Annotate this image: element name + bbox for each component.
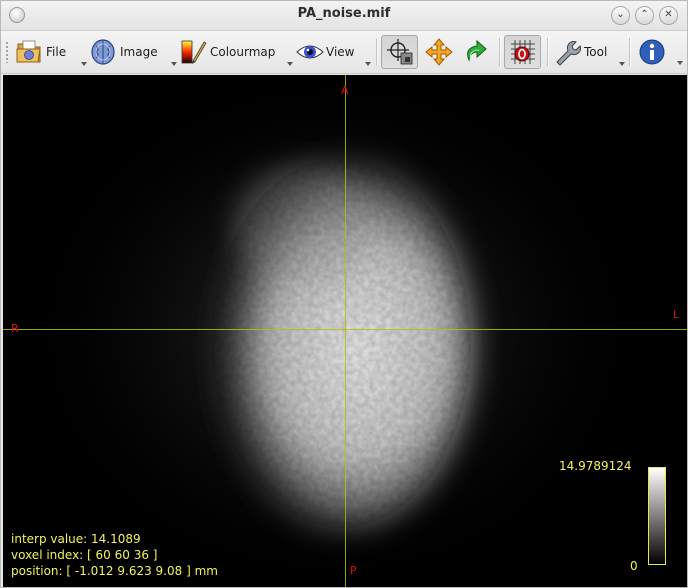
crosshair-mode-button[interactable]: [381, 35, 418, 69]
minimize-button[interactable]: ⌄: [611, 6, 630, 25]
brain-icon: [89, 38, 117, 66]
crosshair-icon: [386, 38, 414, 66]
title-bar[interactable]: PA_noise.mif ⌄ ⌃ ✕: [1, 1, 687, 31]
toolbar-separator: [376, 38, 378, 66]
roi-grid-icon: [509, 38, 537, 66]
colourmap-dropdown-arrow-icon: [287, 62, 293, 66]
colourmap-icon: [179, 38, 207, 66]
crosshair-vertical-line: [345, 75, 346, 587]
orientation-label-right: R: [11, 322, 19, 335]
roi-mode-button[interactable]: [504, 35, 541, 69]
info-icon: [638, 38, 666, 66]
orientation-label-posterior: P: [350, 564, 357, 577]
toolbar-separator: [547, 38, 549, 66]
view-menu-button[interactable]: View: [295, 35, 371, 69]
colourmap-menu-label: Colourmap: [210, 45, 276, 59]
rotate-icon: [463, 38, 491, 66]
wrench-icon: [553, 38, 581, 66]
toolbar-separator: [499, 38, 501, 66]
orientation-label-anterior: A: [341, 84, 349, 97]
tool-dropdown-arrow-icon: [619, 62, 625, 66]
image-menu-label: Image: [120, 45, 158, 59]
move-icon: [425, 38, 453, 66]
image-dropdown-arrow-icon: [171, 62, 177, 66]
voxel-index-readout: voxel index: [ 60 60 36 ]: [11, 548, 158, 562]
pan-mode-button[interactable]: [422, 35, 456, 69]
file-menu-button[interactable]: File: [15, 35, 87, 69]
file-menu-label: File: [46, 45, 67, 59]
view-menu-label: View: [326, 45, 355, 59]
folder-icon: [15, 38, 43, 66]
eye-icon: [295, 38, 324, 66]
colourbar-max-label: 14.9789124: [559, 459, 632, 473]
maximize-button[interactable]: ⌃: [635, 6, 654, 25]
app-window: PA_noise.mif ⌄ ⌃ ✕ File Image Colourmap …: [0, 0, 688, 588]
toolbar-grip[interactable]: [5, 41, 9, 63]
interp-value-readout: interp value: 14.1089: [11, 532, 141, 546]
crosshair-horizontal-line: [3, 329, 687, 330]
image-viewport[interactable]: A P R L interp value: 14.1089 voxel inde…: [3, 75, 687, 587]
main-toolbar: File Image Colourmap View Tool: [1, 31, 687, 74]
colourbar: [648, 467, 666, 565]
tool-menu-label: Tool: [584, 45, 608, 59]
colourmap-menu-button[interactable]: Colourmap: [179, 35, 293, 69]
close-button[interactable]: ✕: [659, 6, 678, 25]
rotate-mode-button[interactable]: [460, 35, 494, 69]
view-dropdown-arrow-icon: [365, 62, 371, 66]
window-title: PA_noise.mif: [297, 6, 391, 21]
position-readout: position: [ -1.012 9.623 9.08 ] mm: [11, 564, 218, 578]
colourbar-min-label: 0: [630, 559, 638, 573]
toolbar-separator: [629, 38, 631, 66]
file-dropdown-arrow-icon: [81, 62, 87, 66]
orientation-label-left: L: [673, 308, 680, 321]
toolbar-overflow-arrow-icon[interactable]: [677, 61, 683, 65]
info-button[interactable]: [635, 35, 669, 69]
tool-menu-button[interactable]: Tool: [553, 35, 625, 69]
image-menu-button[interactable]: Image: [89, 35, 177, 69]
